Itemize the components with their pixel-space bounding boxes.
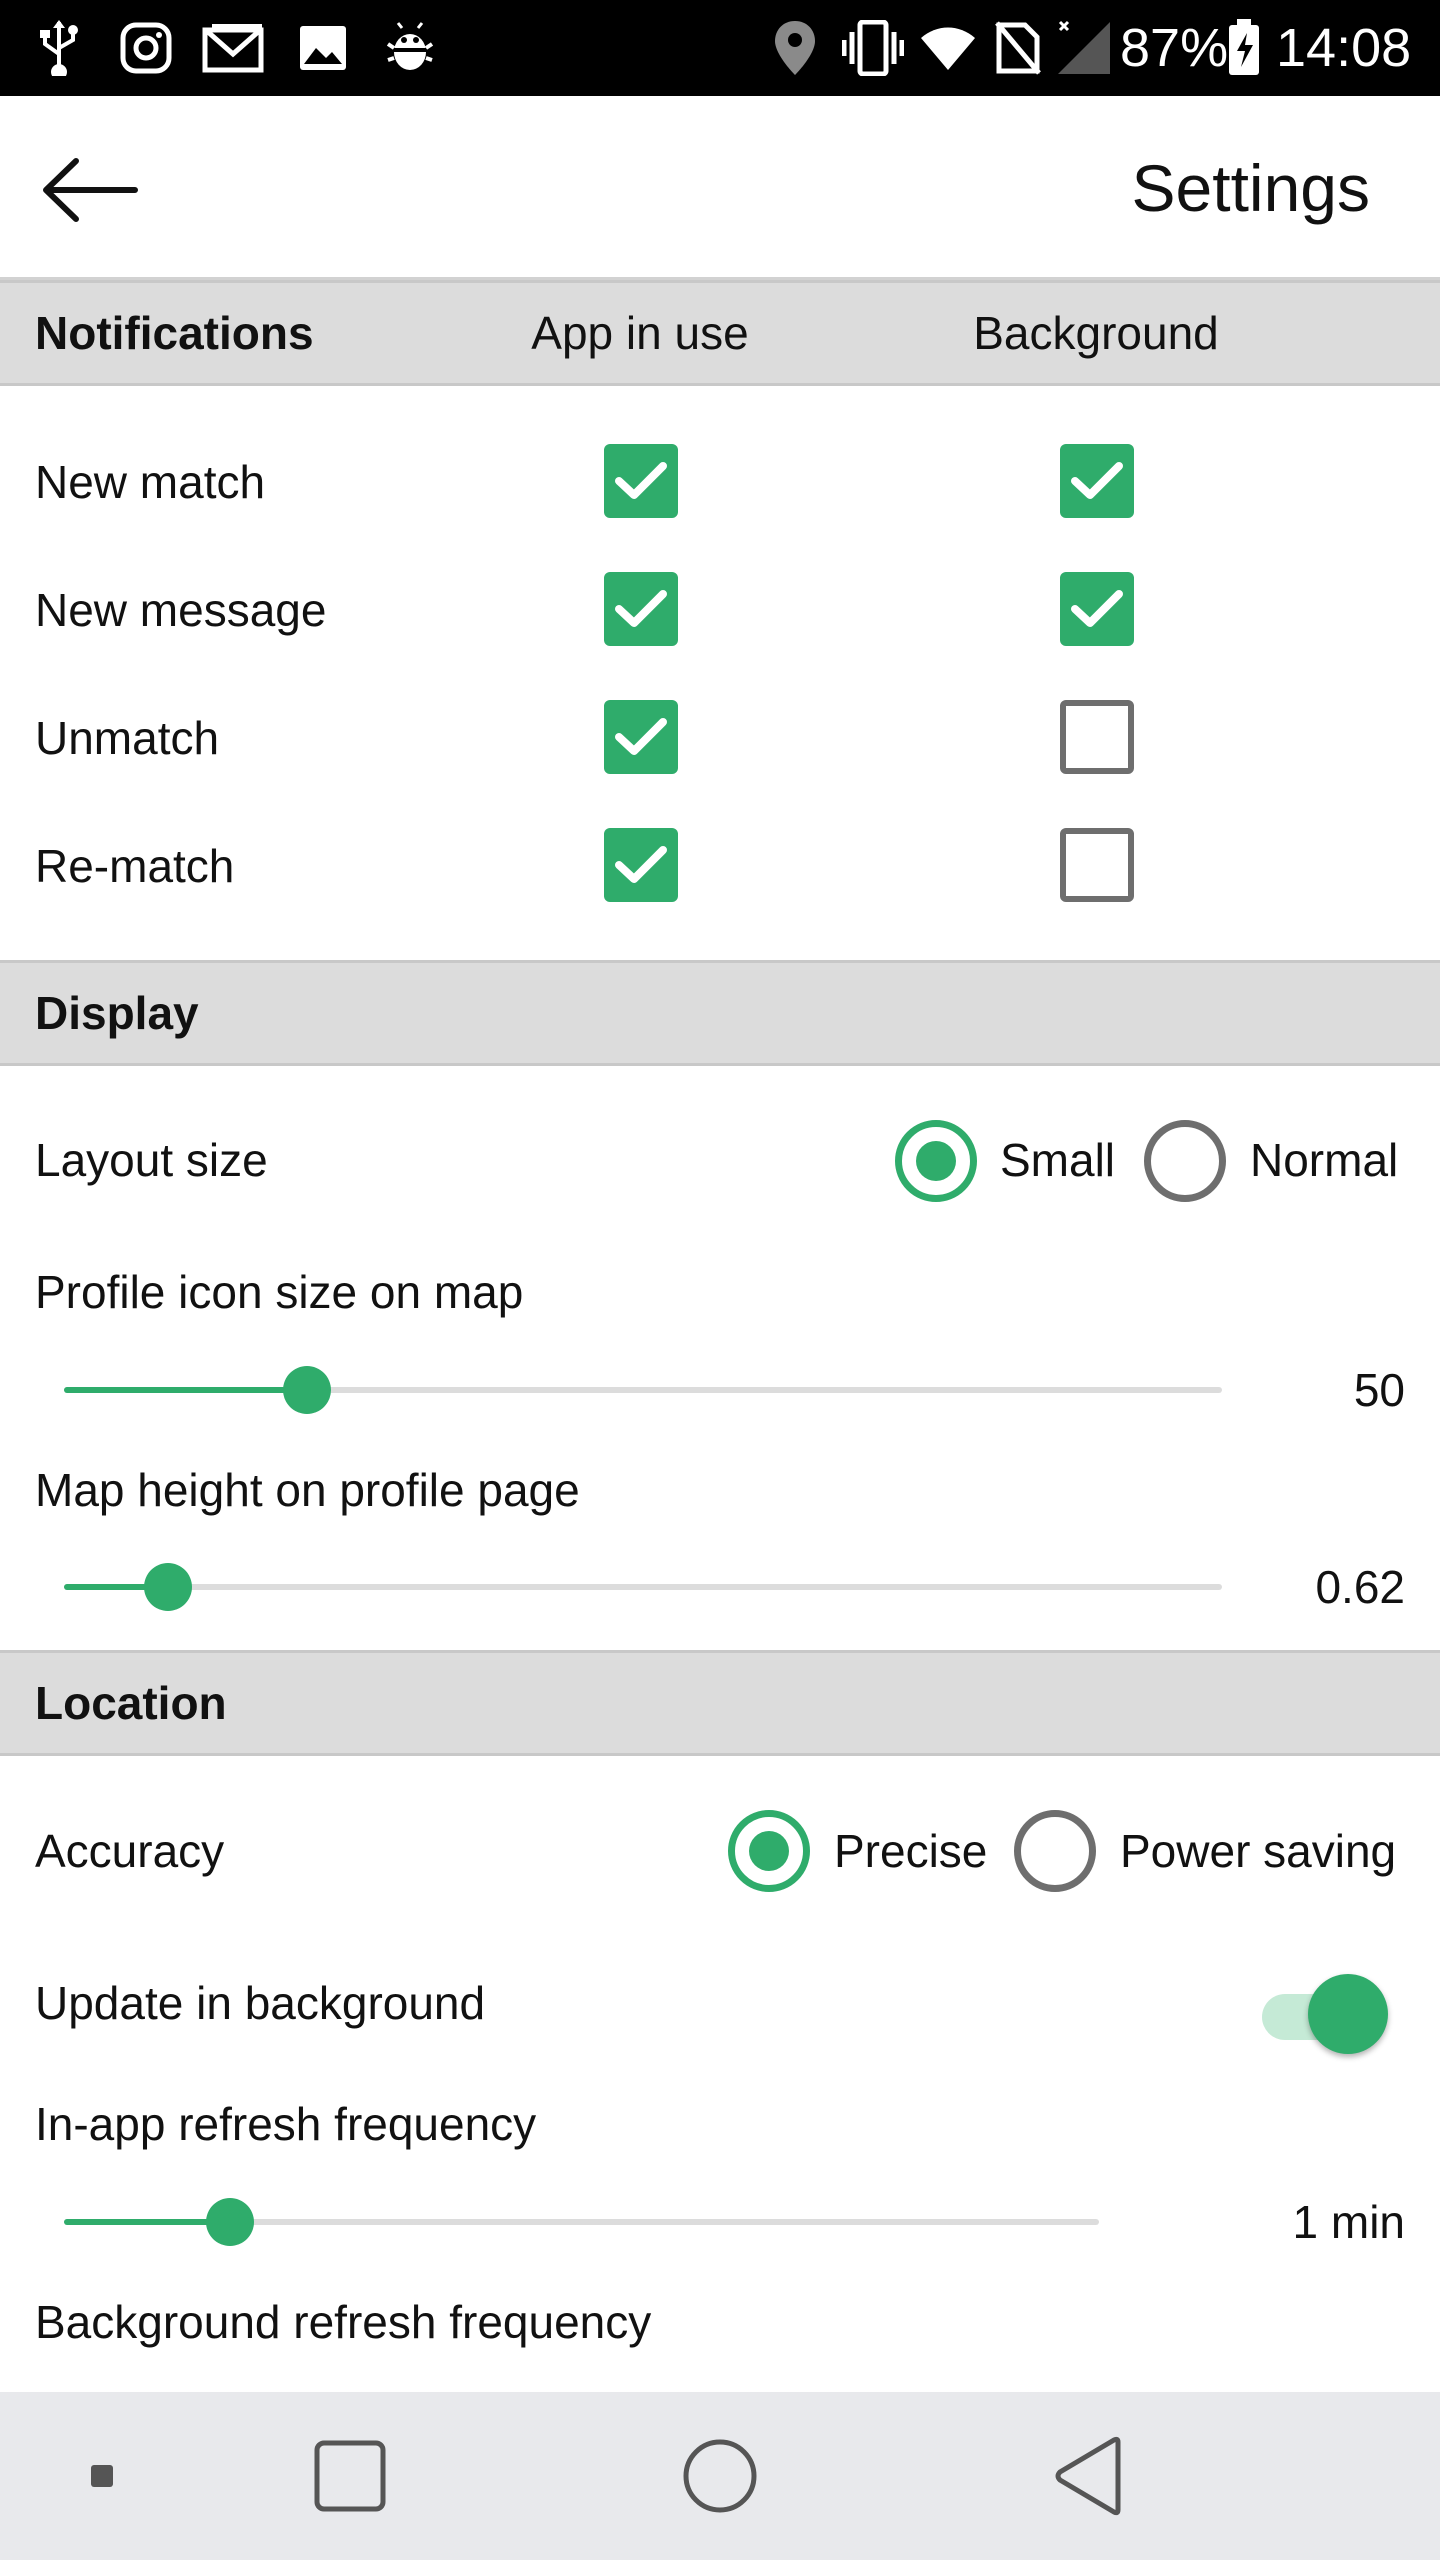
in-app-refresh-slider[interactable] <box>64 2192 1099 2252</box>
display-section-header: Display <box>0 960 1440 1066</box>
status-bar: 87% 14:08 <box>0 0 1440 96</box>
accuracy-power-saving-radio[interactable] <box>1014 1810 1096 1892</box>
unmatch-app-in-use-checkbox[interactable] <box>604 700 678 774</box>
notification-dot-icon <box>91 2465 113 2487</box>
wifi-icon <box>918 18 978 78</box>
update-in-background-label: Update in background <box>35 1977 486 2029</box>
clock: 14:08 <box>1276 18 1412 78</box>
android-debug-icon <box>380 18 440 78</box>
back-button[interactable] <box>30 140 150 240</box>
new-match-background-checkbox[interactable] <box>1060 444 1134 518</box>
location-pin-icon <box>770 18 820 78</box>
profile-icon-size-slider[interactable] <box>64 1360 1222 1420</box>
re-match-background-checkbox[interactable] <box>1060 828 1134 902</box>
battery-percent: 87% <box>1120 18 1229 78</box>
new-match-app-in-use-checkbox[interactable] <box>604 444 678 518</box>
layout-size-small-radio[interactable] <box>895 1120 977 1202</box>
new-message-app-in-use-checkbox[interactable] <box>604 572 678 646</box>
slider-fill <box>64 1387 308 1393</box>
new-match-label: New match <box>35 456 266 508</box>
app-bar: Settings <box>0 96 1440 280</box>
battery-charging-icon <box>1224 18 1264 78</box>
layout-size-normal-radio[interactable] <box>1144 1120 1226 1202</box>
slider-thumb[interactable] <box>205 2198 254 2246</box>
recents-button[interactable] <box>300 2426 400 2526</box>
vibrate-icon <box>840 18 906 78</box>
image-icon <box>294 18 352 78</box>
accuracy-label: Accuracy <box>35 1825 225 1877</box>
notifications-title: Notifications <box>35 307 314 359</box>
layout-size-label: Layout size <box>35 1134 268 1186</box>
profile-icon-size-value: 50 <box>1353 1364 1405 1416</box>
page-title: Settings <box>1131 151 1370 225</box>
display-title: Display <box>35 987 199 1039</box>
signal-icon <box>1054 18 1114 78</box>
toggle-knob <box>1308 1974 1388 2054</box>
layout-size-normal-label[interactable]: Normal <box>1250 1130 1398 1190</box>
home-button[interactable] <box>670 2426 770 2526</box>
slider-thumb[interactable] <box>283 1366 332 1414</box>
layout-size-small-label[interactable]: Small <box>1000 1130 1115 1190</box>
navigation-bar <box>0 2392 1440 2560</box>
slider-fill <box>64 2219 230 2225</box>
map-height-label: Map height on profile page <box>35 1464 580 1516</box>
slider-track <box>64 1584 1222 1590</box>
instagram-icon <box>116 18 176 78</box>
location-title: Location <box>35 1677 227 1729</box>
map-height-value: 0.62 <box>1315 1561 1405 1613</box>
slider-thumb[interactable] <box>144 1563 193 1611</box>
re-match-app-in-use-checkbox[interactable] <box>604 828 678 902</box>
in-app-refresh-label: In-app refresh frequency <box>35 2098 537 2150</box>
notifications-section-header: Notifications App in use Background <box>0 280 1440 386</box>
no-sim-icon <box>992 18 1044 78</box>
in-app-refresh-value: 1 min <box>1292 2196 1405 2248</box>
recents-square-icon <box>314 2440 386 2512</box>
background-refresh-label: Background refresh frequency <box>35 2296 652 2348</box>
background-column-header: Background <box>973 307 1219 359</box>
usb-icon <box>32 18 86 78</box>
unmatch-background-checkbox[interactable] <box>1060 700 1134 774</box>
profile-icon-size-label: Profile icon size on map <box>35 1266 524 1318</box>
location-section-header: Location <box>0 1650 1440 1756</box>
accuracy-precise-radio[interactable] <box>728 1810 810 1892</box>
arrow-left-icon <box>43 158 138 222</box>
home-circle-icon <box>683 2439 757 2513</box>
unmatch-label: Unmatch <box>35 712 220 764</box>
app-in-use-column-header: App in use <box>531 307 749 359</box>
accuracy-power-saving-label[interactable]: Power saving <box>1120 1821 1396 1881</box>
back-triangle-icon <box>1055 2436 1121 2516</box>
back-nav-button[interactable] <box>1040 2426 1140 2526</box>
new-message-background-checkbox[interactable] <box>1060 572 1134 646</box>
notification-dot-button[interactable] <box>52 2426 152 2526</box>
update-in-background-toggle[interactable] <box>1258 1970 1394 2056</box>
new-message-label: New message <box>35 584 327 636</box>
map-height-slider[interactable] <box>64 1557 1222 1617</box>
re-match-label: Re-match <box>35 840 235 892</box>
gmail-icon <box>200 18 266 78</box>
accuracy-precise-label[interactable]: Precise <box>834 1821 987 1881</box>
